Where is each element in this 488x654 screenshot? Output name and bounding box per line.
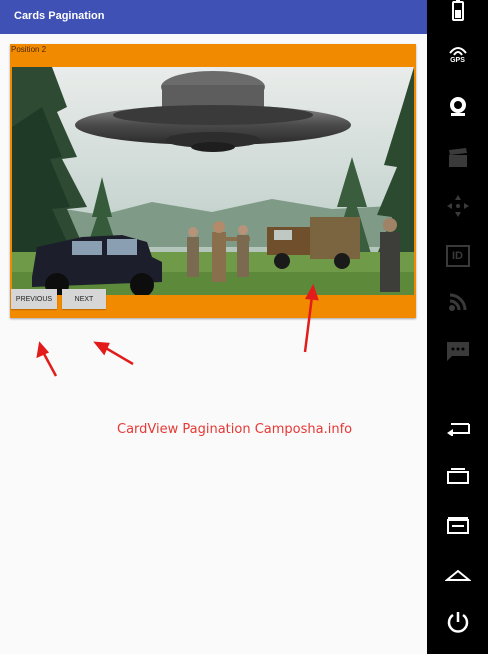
card-image (12, 67, 414, 295)
previous-button[interactable]: PREVIOUS (11, 289, 57, 309)
power-icon[interactable] (427, 608, 488, 636)
next-button[interactable]: NEXT (62, 289, 106, 309)
camera-icon[interactable] (427, 92, 488, 120)
id-label: ID (445, 245, 470, 267)
battery-icon (427, 0, 488, 22)
recent-apps-icon[interactable] (427, 464, 488, 488)
pagination-card[interactable]: Position 2 (10, 44, 416, 318)
back-icon[interactable] (427, 416, 488, 440)
id-icon[interactable]: ID (427, 242, 488, 270)
app-bar: Cards Pagination (0, 0, 427, 34)
emulator-side-toolbar: GPS ID (427, 0, 488, 654)
clapper-icon[interactable] (427, 144, 488, 172)
message-icon[interactable] (427, 338, 488, 366)
dpad-icon[interactable] (427, 192, 488, 220)
position-label: Position 2 (11, 45, 47, 54)
menu-icon[interactable] (427, 514, 488, 538)
gps-label: GPS (450, 57, 465, 64)
main-content: Position 2 (0, 34, 427, 654)
watermark-text: CardView Pagination Camposha.info (117, 422, 353, 437)
home-icon[interactable] (427, 562, 488, 586)
app-title: Cards Pagination (14, 10, 105, 22)
rss-icon[interactable] (427, 288, 488, 316)
